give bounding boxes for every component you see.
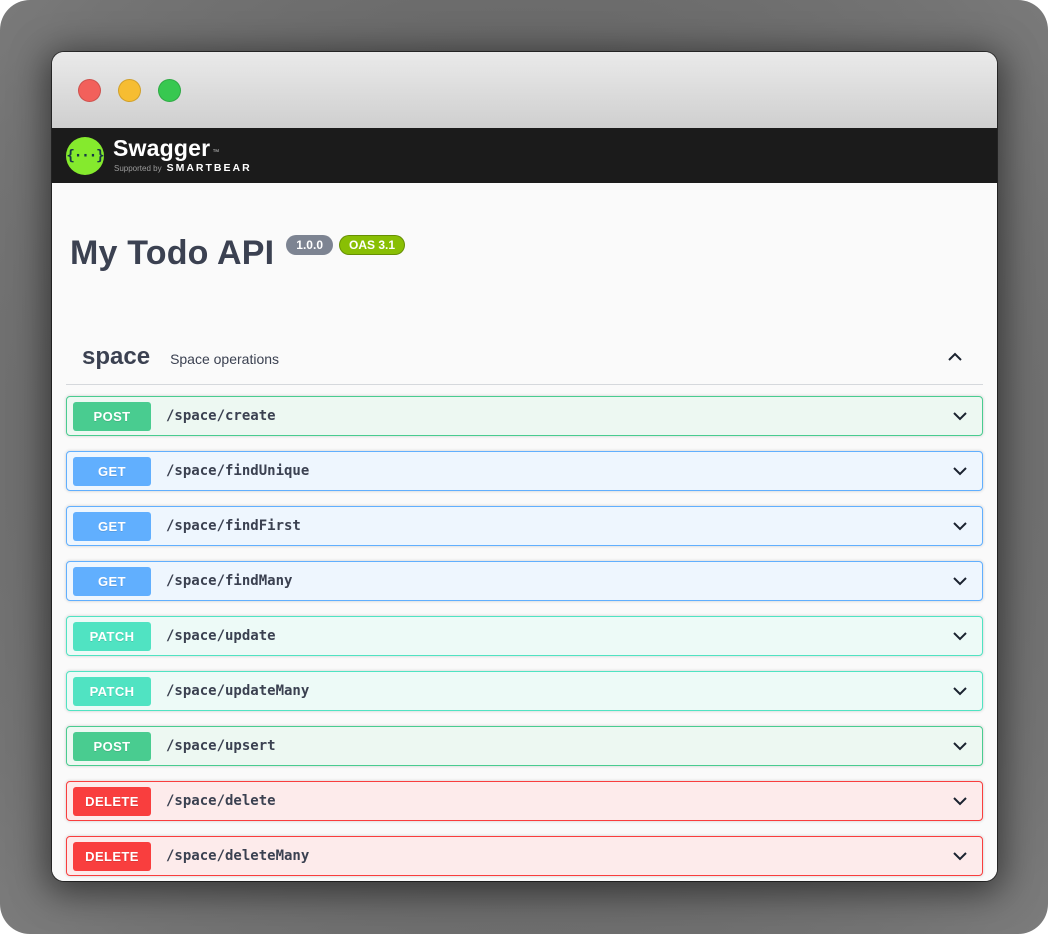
method-badge: PATCH: [73, 622, 151, 651]
version-badges: 1.0.0 OAS 3.1: [286, 235, 411, 255]
operation-path: /space/upsert: [166, 738, 276, 754]
supported-by-label: Supported by: [114, 165, 162, 173]
window-titlebar[interactable]: [52, 52, 997, 128]
api-info-header: My Todo API 1.0.0 OAS 3.1: [70, 233, 983, 273]
operation-path: /space/delete: [166, 793, 276, 809]
chevron-down-icon[interactable]: [950, 681, 970, 701]
chevron-down-icon[interactable]: [950, 846, 970, 866]
swagger-topbar: {···} Swagger ™ Supported by SMARTBEAR: [52, 128, 997, 183]
trademark-symbol: ™: [212, 149, 219, 156]
chevron-down-icon[interactable]: [950, 516, 970, 536]
operation-row[interactable]: POST /space/create: [66, 396, 983, 436]
app-window: {···} Swagger ™ Supported by SMARTBEAR M…: [52, 52, 997, 881]
oas-badge: OAS 3.1: [339, 235, 405, 255]
operation-path: /space/create: [166, 408, 276, 424]
method-badge: GET: [73, 457, 151, 486]
method-badge: POST: [73, 732, 151, 761]
chevron-up-icon[interactable]: [945, 347, 965, 367]
page-title: My Todo API: [70, 233, 274, 273]
method-badge: DELETE: [73, 787, 151, 816]
section-title: space: [82, 343, 150, 371]
operations-list: POST /space/create GET /space/findUnique: [66, 396, 983, 876]
operation-path: /space/findFirst: [166, 518, 301, 534]
operation-row[interactable]: GET /space/findFirst: [66, 506, 983, 546]
minimize-window-button[interactable]: [118, 79, 141, 102]
chevron-down-icon[interactable]: [950, 571, 970, 591]
api-docs-content: My Todo API 1.0.0 OAS 3.1 space Space op…: [52, 183, 997, 881]
method-badge: PATCH: [73, 677, 151, 706]
operation-row[interactable]: PATCH /space/updateMany: [66, 671, 983, 711]
swagger-brand: Swagger ™ Supported by SMARTBEAR: [113, 137, 252, 174]
version-badge: 1.0.0: [286, 235, 333, 255]
sponsor-name: SMARTBEAR: [167, 163, 252, 174]
operation-path: /space/updateMany: [166, 683, 309, 699]
chevron-down-icon[interactable]: [950, 791, 970, 811]
chevron-down-icon[interactable]: [950, 626, 970, 646]
curly-braces-icon: {···}: [66, 148, 103, 164]
chevron-down-icon[interactable]: [950, 406, 970, 426]
swagger-logo-icon: {···}: [66, 137, 104, 175]
operation-row[interactable]: PATCH /space/update: [66, 616, 983, 656]
method-badge: DELETE: [73, 842, 151, 871]
close-window-button[interactable]: [78, 79, 101, 102]
operation-path: /space/update: [166, 628, 276, 644]
method-badge: GET: [73, 567, 151, 596]
operation-path: /space/deleteMany: [166, 848, 309, 864]
chevron-down-icon[interactable]: [950, 736, 970, 756]
method-badge: GET: [73, 512, 151, 541]
screenshot-canvas: {···} Swagger ™ Supported by SMARTBEAR M…: [0, 0, 1048, 934]
method-badge: POST: [73, 402, 151, 431]
operation-row[interactable]: DELETE /space/delete: [66, 781, 983, 821]
operation-row[interactable]: POST /space/upsert: [66, 726, 983, 766]
tag-section-space[interactable]: space Space operations: [66, 343, 983, 385]
operation-path: /space/findMany: [166, 573, 292, 589]
operation-row[interactable]: DELETE /space/deleteMany: [66, 836, 983, 876]
brand-name: Swagger: [113, 137, 210, 160]
zoom-window-button[interactable]: [158, 79, 181, 102]
operation-path: /space/findUnique: [166, 463, 309, 479]
chevron-down-icon[interactable]: [950, 461, 970, 481]
operation-row[interactable]: GET /space/findUnique: [66, 451, 983, 491]
section-description: Space operations: [170, 351, 279, 367]
operation-row[interactable]: GET /space/findMany: [66, 561, 983, 601]
